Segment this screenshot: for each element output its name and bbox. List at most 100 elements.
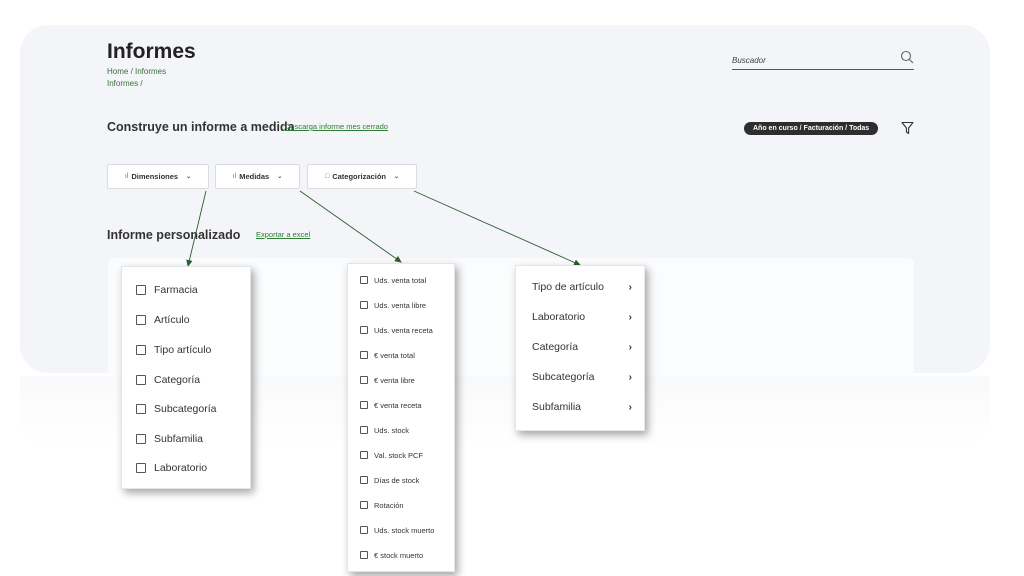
categorization-option-subfamilia[interactable]: Subfamilia › [532,399,632,415]
checkbox[interactable] [360,276,368,284]
export-excel-link[interactable]: Exportar a excel [256,230,310,239]
active-filter-badge[interactable]: Año en curso / Facturación / Todas [744,122,879,135]
checkbox[interactable] [360,476,368,484]
categorization-option-laboratorio[interactable]: Laboratorio › [532,309,632,325]
search-bar [732,50,914,70]
checkbox[interactable] [136,345,146,355]
option-label: Días de stock [374,475,420,485]
option-label: Uds. stock [374,425,410,435]
dimension-option-laboratorio[interactable]: Laboratorio [136,460,207,476]
measure-option[interactable]: € stock muerto [360,549,423,561]
download-closed-month-link[interactable]: Descarga informe mes cerrado [285,122,388,131]
bar-chart-icon: ıl [124,173,129,180]
measures-label: Medidas [239,172,270,181]
option-label: Uds. venta receta [374,325,433,335]
option-label: Subcategoría [532,371,595,383]
checkbox[interactable] [360,526,368,534]
checkbox[interactable] [360,376,368,384]
measure-option[interactable]: Rotación [360,499,404,511]
categorization-menu: Tipo de artículo › Laboratorio › Categoría… [515,265,645,431]
chevron-down-icon: ⌄ [393,174,400,180]
option-label: € stock muerto [374,550,424,560]
checkbox[interactable] [136,315,146,325]
option-label: Subfamilia [532,401,582,413]
checkbox[interactable] [360,326,368,334]
funnel-icon[interactable] [901,121,914,135]
option-label: Laboratorio [532,311,586,323]
builder-title: Construye un informe a medida [107,120,295,134]
measure-option[interactable]: € venta receta [360,399,422,411]
checkbox[interactable] [136,285,146,295]
measure-option[interactable]: Uds. stock muerto [360,524,434,536]
categorization-dropdown-button[interactable]: □ Categorización ⌄ [307,164,417,189]
measure-option[interactable]: Uds. venta total [360,274,426,286]
measure-option[interactable]: € venta libre [360,374,415,386]
categorization-label: Categorización [332,172,386,181]
chevron-down-icon: ⌄ [277,174,283,180]
option-label: Categoría [532,341,579,353]
checkbox[interactable] [136,404,146,414]
option-label: Subcategoría [154,403,217,415]
dimension-option-subcategoria[interactable]: Subcategoría [136,401,216,417]
option-label: € venta receta [374,400,422,410]
option-label: Val. stock PCF [374,450,424,460]
checkbox[interactable] [360,301,368,309]
option-label: Tipo artículo [154,344,212,356]
checkbox[interactable] [360,501,368,509]
bookmark-icon: □ [324,173,330,180]
dimensions-menu: Farmacia Artículo Tipo artículo Categorí… [121,266,251,489]
option-label: Tipo de artículo [532,281,604,293]
option-label: Uds. venta libre [374,300,427,310]
chevron-right-icon: › [628,401,632,413]
report-title: Informe personalizado [107,228,241,242]
measure-option[interactable]: Uds. stock [360,424,409,436]
option-label: Subfamilia [154,433,204,445]
measure-option[interactable]: Uds. venta receta [360,324,433,336]
option-label: Laboratorio [154,462,208,474]
option-label: Rotación [374,500,404,510]
report-builder-screen: Informes Home / Informes Informes / Cons… [0,0,1024,576]
breadcrumb[interactable]: Home / Informes [107,67,166,76]
checkbox[interactable] [360,551,368,559]
measure-option[interactable]: Val. stock PCF [360,449,423,461]
dimensions-dropdown-button[interactable]: ıl Dimensiones ⌄ [107,164,209,189]
option-label: € venta libre [374,375,415,385]
page-title: Informes [107,40,196,63]
chevron-right-icon: › [628,311,632,323]
dimension-option-subfamilia[interactable]: Subfamilia [136,431,203,447]
search-input[interactable] [732,52,882,68]
measure-option[interactable]: Uds. venta libre [360,299,426,311]
measures-dropdown-button[interactable]: ıl Medidas ⌄ [215,164,300,189]
checkbox[interactable] [136,434,146,444]
measure-option[interactable]: € venta total [360,349,415,361]
chevron-right-icon: › [628,341,632,353]
chevron-right-icon: › [628,281,632,293]
checkbox[interactable] [360,426,368,434]
checkbox[interactable] [360,401,368,409]
option-label: Artículo [154,314,190,326]
measures-menu: Uds. venta total Uds. venta libre Uds. v… [347,263,455,572]
categorization-option-subcategoria[interactable]: Subcategoría › [532,369,632,385]
categorization-option-categoria[interactable]: Categoría › [532,339,632,355]
checkbox[interactable] [360,351,368,359]
option-label: Uds. venta total [374,275,427,285]
option-label: Uds. stock muerto [374,525,435,535]
checkbox[interactable] [136,375,146,385]
dimension-option-categoria[interactable]: Categoría [136,372,200,388]
checkbox[interactable] [136,463,146,473]
option-label: € venta total [374,350,415,360]
bar-chart-icon: ıl [232,173,237,180]
dimension-option-farmacia[interactable]: Farmacia [136,282,198,298]
dimension-option-tipo-articulo[interactable]: Tipo artículo [136,342,211,358]
option-label: Farmacia [154,284,198,296]
chevron-right-icon: › [628,371,632,383]
search-icon[interactable] [900,50,914,64]
dimensions-label: Dimensiones [131,172,179,181]
breadcrumb-secondary[interactable]: Informes / [107,79,143,88]
checkbox[interactable] [360,451,368,459]
dimension-option-articulo[interactable]: Artículo [136,312,190,328]
measure-option[interactable]: Días de stock [360,474,419,486]
option-label: Categoría [154,374,201,386]
chevron-down-icon: ⌄ [186,174,192,180]
categorization-option-tipo-de-articulo[interactable]: Tipo de artículo › [532,279,632,295]
